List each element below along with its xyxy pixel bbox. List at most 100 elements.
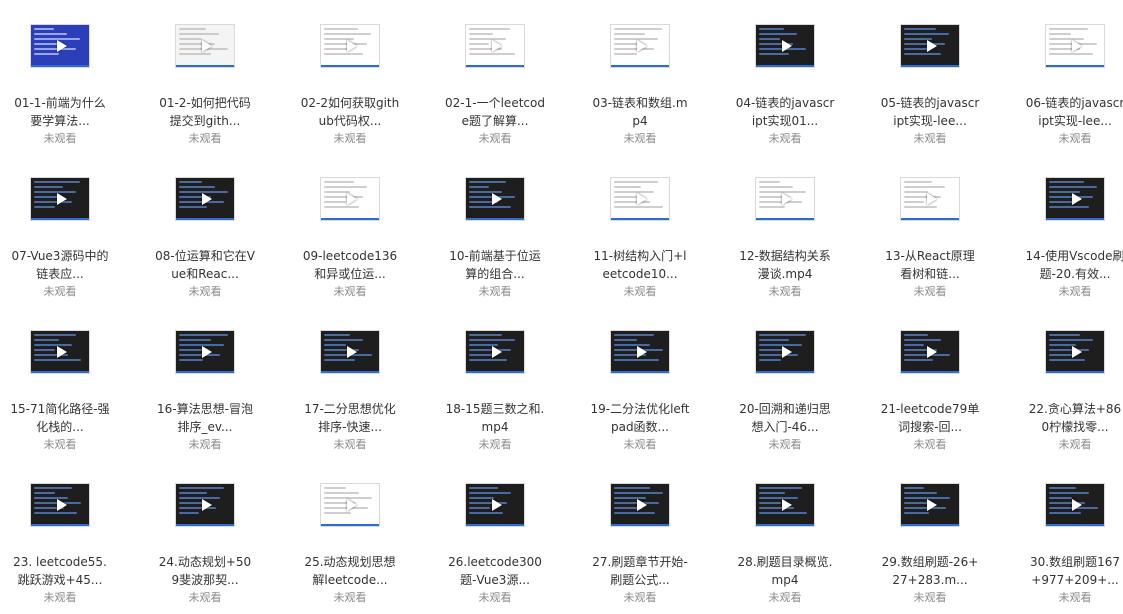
play-icon[interactable] (927, 40, 937, 52)
play-icon[interactable] (492, 499, 502, 511)
video-title[interactable]: 10-前端基于位运算的组合... (435, 247, 555, 283)
video-thumbnail[interactable] (610, 177, 670, 221)
play-icon[interactable] (1072, 193, 1082, 205)
video-thumbnail[interactable] (175, 24, 235, 68)
video-title[interactable]: 28.刷题目录概览.mp4 (725, 553, 845, 589)
play-icon[interactable] (1072, 346, 1082, 358)
video-item[interactable]: 14-使用Vscode刷题-20.有效... 未观看 (1015, 177, 1123, 299)
video-thumbnail[interactable] (755, 24, 815, 68)
video-thumbnail[interactable] (465, 24, 525, 68)
video-item[interactable]: 03-链表和数组.mp4 未观看 (580, 24, 700, 146)
play-icon[interactable] (782, 499, 792, 511)
video-title[interactable]: 14-使用Vscode刷题-20.有效... (1015, 247, 1123, 283)
play-icon[interactable] (637, 193, 647, 205)
video-item[interactable]: 12-数据结构关系漫谈.mp4 未观看 (725, 177, 845, 299)
video-item[interactable]: 07-Vue3源码中的链表应... 未观看 (0, 177, 120, 299)
play-icon[interactable] (782, 346, 792, 358)
video-title[interactable]: 01-1-前端为什么要学算法... (0, 94, 120, 130)
video-thumbnail[interactable] (1045, 24, 1105, 68)
video-thumbnail[interactable] (465, 330, 525, 374)
video-title[interactable]: 11-树结构入门+leetcode10... (580, 247, 700, 283)
video-item[interactable]: 25.动态规划思想解leetcode... 未观看 (290, 483, 410, 605)
play-icon[interactable] (782, 40, 792, 52)
video-item[interactable]: 19-二分法优化leftpad函数... 未观看 (580, 330, 700, 452)
video-thumbnail[interactable] (320, 330, 380, 374)
play-icon[interactable] (1072, 499, 1082, 511)
video-item[interactable]: 10-前端基于位运算的组合... 未观看 (435, 177, 555, 299)
video-item[interactable]: 23. leetcode55.跳跃游戏+45... 未观看 (0, 483, 120, 605)
video-item[interactable]: 01-2-如何把代码提交到gith... 未观看 (145, 24, 265, 146)
video-thumbnail[interactable] (30, 330, 90, 374)
video-item[interactable]: 04-链表的javascript实现01... 未观看 (725, 24, 845, 146)
video-thumbnail[interactable] (1045, 483, 1105, 527)
video-thumbnail[interactable] (30, 177, 90, 221)
video-item[interactable]: 09-leetcode136和异或位运... 未观看 (290, 177, 410, 299)
video-item[interactable]: 24.动态规划+509斐波那契... 未观看 (145, 483, 265, 605)
play-icon[interactable] (1072, 40, 1082, 52)
play-icon[interactable] (492, 346, 502, 358)
play-icon[interactable] (782, 193, 792, 205)
video-title[interactable]: 03-链表和数组.mp4 (580, 94, 700, 130)
play-icon[interactable] (57, 193, 67, 205)
play-icon[interactable] (57, 499, 67, 511)
video-title[interactable]: 13-从React原理看树和链... (870, 247, 990, 283)
video-item[interactable]: 08-位运算和它在Vue和Reac... 未观看 (145, 177, 265, 299)
video-thumbnail[interactable] (755, 483, 815, 527)
play-icon[interactable] (927, 193, 937, 205)
video-thumbnail[interactable] (610, 24, 670, 68)
video-title[interactable]: 29.数组刷题-26+27+283.m... (870, 553, 990, 589)
video-item[interactable]: 01-1-前端为什么要学算法... 未观看 (0, 24, 120, 146)
video-title[interactable]: 22.贪心算法+860柠檬找零... (1015, 400, 1123, 436)
video-title[interactable]: 15-71简化路径-强化栈的... (0, 400, 120, 436)
play-icon[interactable] (202, 193, 212, 205)
video-item[interactable]: 15-71简化路径-强化栈的... 未观看 (0, 330, 120, 452)
video-title[interactable]: 09-leetcode136和异或位运... (290, 247, 410, 283)
video-thumbnail[interactable] (755, 177, 815, 221)
video-title[interactable]: 08-位运算和它在Vue和Reac... (145, 247, 265, 283)
video-thumbnail[interactable] (320, 24, 380, 68)
play-icon[interactable] (927, 346, 937, 358)
video-title[interactable]: 20-回溯和递归思想入门-46... (725, 400, 845, 436)
video-thumbnail[interactable] (900, 330, 960, 374)
video-title[interactable]: 30.数组刷题167+977+209+... (1015, 553, 1123, 589)
video-title[interactable]: 01-2-如何把代码提交到gith... (145, 94, 265, 130)
play-icon[interactable] (347, 499, 357, 511)
video-thumbnail[interactable] (1045, 330, 1105, 374)
video-title[interactable]: 05-链表的javascript实现-lee... (870, 94, 990, 130)
video-title[interactable]: 07-Vue3源码中的链表应... (0, 247, 120, 283)
play-icon[interactable] (347, 40, 357, 52)
video-item[interactable]: 20-回溯和递归思想入门-46... 未观看 (725, 330, 845, 452)
video-title[interactable]: 16-算法思想-冒泡排序_ev... (145, 400, 265, 436)
video-thumbnail[interactable] (900, 483, 960, 527)
video-thumbnail[interactable] (465, 177, 525, 221)
video-thumbnail[interactable] (610, 483, 670, 527)
video-item[interactable]: 27.刷题章节开始-刷题公式... 未观看 (580, 483, 700, 605)
video-title[interactable]: 12-数据结构关系漫谈.mp4 (725, 247, 845, 283)
video-title[interactable]: 24.动态规划+509斐波那契... (145, 553, 265, 589)
video-thumbnail[interactable] (175, 177, 235, 221)
play-icon[interactable] (347, 346, 357, 358)
play-icon[interactable] (927, 499, 937, 511)
play-icon[interactable] (202, 499, 212, 511)
video-title[interactable]: 27.刷题章节开始-刷题公式... (580, 553, 700, 589)
video-item[interactable]: 29.数组刷题-26+27+283.m... 未观看 (870, 483, 990, 605)
video-thumbnail[interactable] (30, 483, 90, 527)
video-item[interactable]: 17-二分思想优化排序-快速... 未观看 (290, 330, 410, 452)
play-icon[interactable] (57, 40, 67, 52)
video-title[interactable]: 25.动态规划思想解leetcode... (290, 553, 410, 589)
video-title[interactable]: 06-链表的javascript实现-lee... (1015, 94, 1123, 130)
play-icon[interactable] (637, 499, 647, 511)
video-thumbnail[interactable] (320, 177, 380, 221)
video-item[interactable]: 05-链表的javascript实现-lee... 未观看 (870, 24, 990, 146)
play-icon[interactable] (637, 346, 647, 358)
video-thumbnail[interactable] (465, 483, 525, 527)
video-thumbnail[interactable] (900, 24, 960, 68)
play-icon[interactable] (492, 40, 502, 52)
play-icon[interactable] (347, 193, 357, 205)
video-title[interactable]: 18-15题三数之和.mp4 (435, 400, 555, 436)
play-icon[interactable] (202, 346, 212, 358)
video-thumbnail[interactable] (175, 483, 235, 527)
video-item[interactable]: 18-15题三数之和.mp4 未观看 (435, 330, 555, 452)
video-thumbnail[interactable] (30, 24, 90, 68)
video-title[interactable]: 17-二分思想优化排序-快速... (290, 400, 410, 436)
